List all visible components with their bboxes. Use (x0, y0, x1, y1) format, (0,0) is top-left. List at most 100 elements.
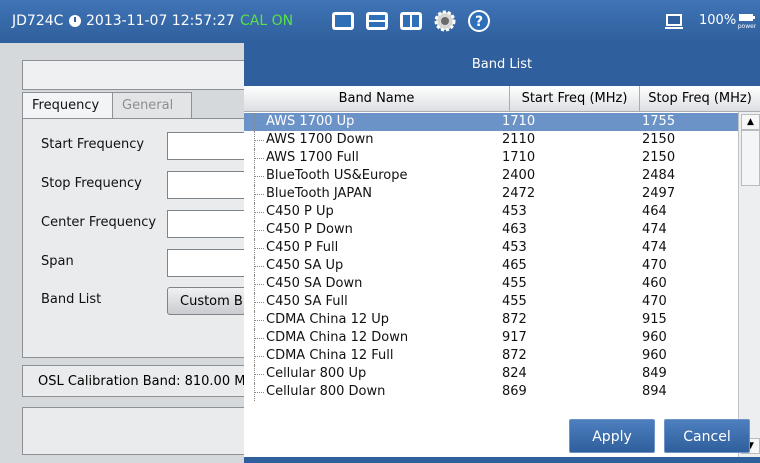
model-label: JD724C (12, 13, 64, 29)
svg-text:power: power (738, 23, 756, 30)
tree-connector (254, 311, 265, 329)
start-freq-cell: 455 (502, 294, 527, 309)
band-name-cell: CDMA China 12 Up (266, 312, 390, 327)
osl-calibration-band: OSL Calibration Band: 810.00 M (22, 365, 262, 397)
table-row[interactable]: C450 P Up 453 464 (244, 203, 738, 221)
tree-connector (254, 365, 265, 383)
start-freq-cell: 824 (502, 366, 527, 381)
start-freq-cell: 465 (502, 258, 527, 273)
apply-button[interactable]: Apply (569, 419, 655, 453)
band-name-cell: C450 P Full (266, 240, 339, 255)
stop-freq-cell: 2150 (642, 132, 676, 147)
band-name-cell: C450 SA Full (266, 294, 348, 309)
start-freq-cell: 453 (502, 204, 527, 219)
stop-frequency-label: Stop Frequency (41, 176, 142, 191)
battery-label: 100% (699, 13, 737, 28)
table-row[interactable]: BlueTooth US&Europe 2400 2484 (244, 167, 738, 185)
tree-connector (254, 185, 265, 203)
band-name-cell: AWS 1700 Up (266, 114, 355, 129)
stop-freq-cell: 1755 (642, 114, 676, 129)
table-row[interactable]: CDMA China 12 Down 917 960 (244, 329, 738, 347)
tree-connector (254, 257, 265, 275)
message-bar (22, 60, 264, 90)
screen-icon (665, 14, 683, 29)
table-row[interactable]: C450 SA Full 455 470 (244, 293, 738, 311)
band-name-cell: BlueTooth JAPAN (266, 186, 372, 201)
tree-connector (254, 329, 265, 347)
datetime-label: 2013-11-07 12:57:27 (86, 13, 235, 29)
tree-connector (254, 293, 265, 311)
table-row[interactable]: Cellular 800 Down 869 894 (244, 383, 738, 401)
split-horizontal-icon[interactable] (364, 8, 390, 34)
band-name-cell: AWS 1700 Full (266, 150, 359, 165)
table-header: Band Name Start Freq (MHz) Stop Freq (MH… (244, 86, 760, 112)
band-list-dialog: Band List Band Name Start Freq (MHz) Sto… (244, 43, 760, 463)
span-label: Span (41, 254, 74, 269)
tree-connector (254, 167, 265, 185)
stop-freq-cell: 2497 (642, 186, 676, 201)
table-row[interactable]: C450 P Full 453 474 (244, 239, 738, 257)
table-row[interactable]: AWS 1700 Down 2110 2150 (244, 131, 738, 149)
tree-connector (254, 383, 265, 401)
band-name-cell: Cellular 800 Up (266, 366, 367, 381)
power-icon: power (738, 14, 756, 30)
band-name-cell: AWS 1700 Down (266, 132, 374, 147)
tab-general[interactable]: General (112, 92, 192, 119)
column-stop-freq[interactable]: Stop Freq (MHz) (640, 86, 760, 111)
tree-connector (254, 221, 265, 239)
column-band-name[interactable]: Band Name (244, 86, 510, 111)
tree-connector (254, 275, 265, 293)
table-row[interactable]: C450 SA Down 455 460 (244, 275, 738, 293)
start-freq-cell: 453 (502, 240, 527, 255)
start-freq-cell: 872 (502, 348, 527, 363)
band-name-cell: BlueTooth US&Europe (266, 168, 408, 183)
tree-connector (254, 347, 265, 365)
start-freq-cell: 2110 (502, 132, 536, 147)
table-row[interactable]: CDMA China 12 Up 872 915 (244, 311, 738, 329)
tree-connector (254, 113, 265, 131)
cal-status-label: CAL ON (240, 13, 294, 29)
start-freq-cell: 2400 (502, 168, 536, 183)
status-bar: JD724C 2013-11-07 12:57:27 CAL ON ? 100%… (0, 0, 760, 43)
stop-freq-cell: 474 (642, 240, 667, 255)
table-row[interactable]: AWS 1700 Full 1710 2150 (244, 149, 738, 167)
start-freq-cell: 455 (502, 276, 527, 291)
stop-freq-cell: 464 (642, 204, 667, 219)
stop-freq-cell: 470 (642, 294, 667, 309)
frequency-panel: Start Frequency 81 Stop Frequency 91 Cen… (22, 118, 277, 358)
bottom-box (22, 407, 264, 455)
table-row[interactable]: Cellular 800 Up 824 849 (244, 365, 738, 383)
single-view-icon[interactable] (330, 8, 356, 34)
column-start-freq[interactable]: Start Freq (MHz) (510, 86, 640, 111)
table-row[interactable]: BlueTooth JAPAN 2472 2497 (244, 185, 738, 203)
start-freq-cell: 872 (502, 312, 527, 327)
start-freq-cell: 917 (502, 330, 527, 345)
scroll-thumb[interactable] (741, 130, 760, 186)
band-name-cell: C450 SA Down (266, 276, 363, 291)
table-row[interactable]: AWS 1700 Up 1710 1755 (244, 113, 738, 131)
start-freq-cell: 1710 (502, 114, 536, 129)
stop-freq-cell: 960 (642, 348, 667, 363)
split-vertical-icon[interactable] (398, 8, 424, 34)
vertical-scrollbar[interactable]: ▲ ▼ (738, 112, 760, 457)
settings-gear-icon[interactable] (432, 8, 458, 34)
cancel-button[interactable]: Cancel (664, 419, 750, 453)
table-row[interactable]: C450 P Down 463 474 (244, 221, 738, 239)
band-name-cell: CDMA China 12 Full (266, 348, 394, 363)
table-row[interactable]: C450 SA Up 465 470 (244, 257, 738, 275)
stop-freq-cell: 2484 (642, 168, 676, 183)
stop-freq-cell: 2150 (642, 150, 676, 165)
help-icon[interactable]: ? (466, 8, 492, 34)
stop-freq-cell: 915 (642, 312, 667, 327)
stop-freq-cell: 460 (642, 276, 667, 291)
start-freq-cell: 869 (502, 384, 527, 399)
center-frequency-label: Center Frequency (41, 215, 157, 230)
band-name-cell: C450 SA Up (266, 258, 344, 273)
band-name-cell: C450 P Up (266, 204, 334, 219)
scroll-up-icon[interactable]: ▲ (741, 114, 760, 130)
start-frequency-label: Start Frequency (41, 137, 145, 152)
tab-frequency[interactable]: Frequency (22, 92, 120, 119)
clock-icon (69, 15, 81, 27)
tree-connector (254, 131, 265, 149)
table-row[interactable]: CDMA China 12 Full 872 960 (244, 347, 738, 365)
